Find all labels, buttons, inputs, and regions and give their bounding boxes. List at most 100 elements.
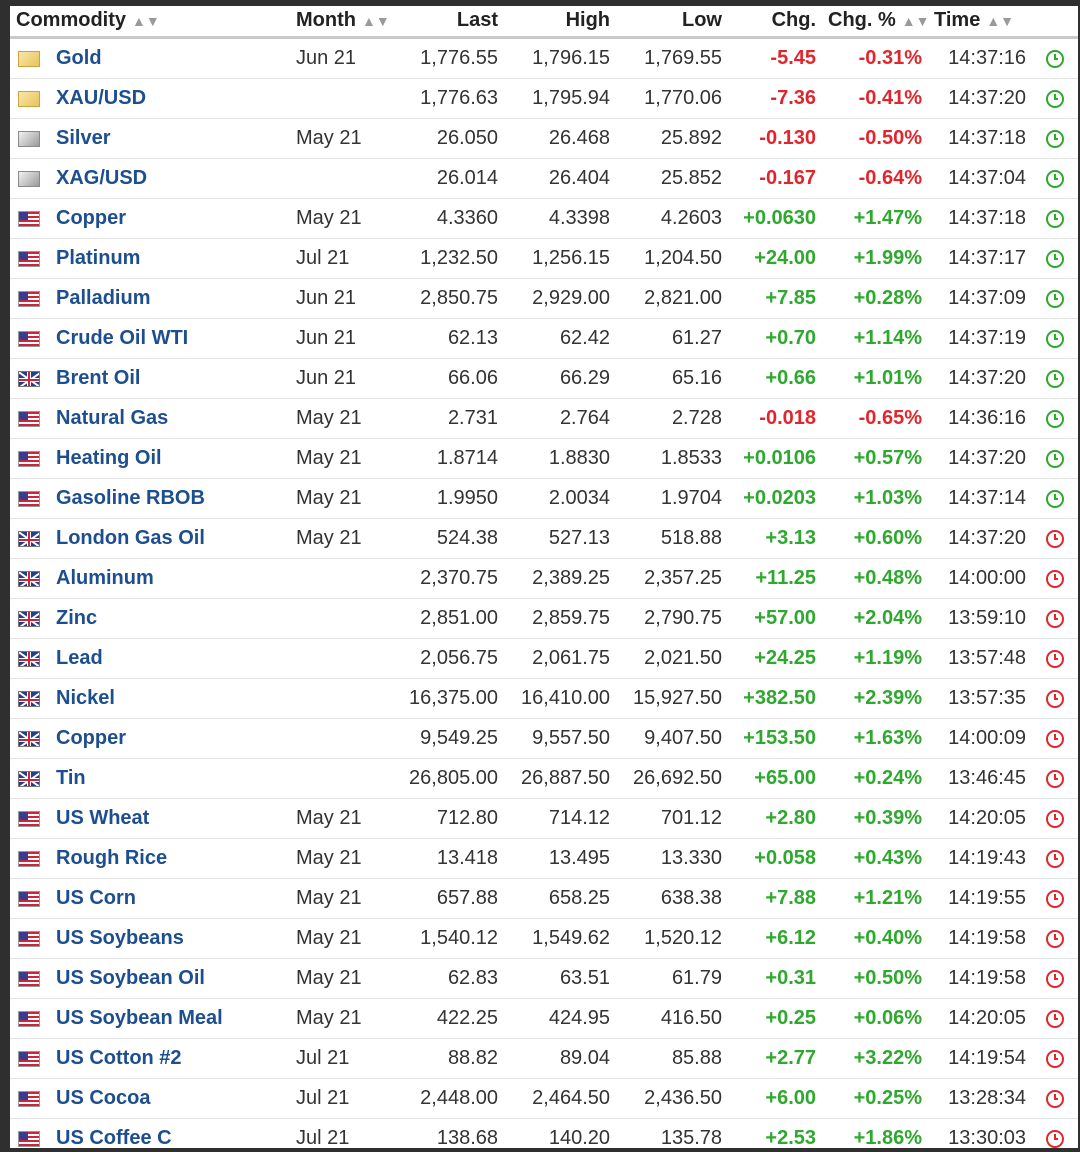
high-price: 13.495 <box>504 838 616 879</box>
contract-month: May 21 <box>290 878 392 919</box>
commodity-link[interactable]: Gold <box>50 37 290 79</box>
market-status-cell <box>1032 158 1078 199</box>
commodity-link[interactable]: Gasoline RBOB <box>50 478 290 519</box>
commodity-link[interactable]: US Cocoa <box>50 1078 290 1119</box>
commodity-link[interactable]: Brent Oil <box>50 358 290 399</box>
commodity-link[interactable]: Heating Oil <box>50 438 290 479</box>
change-value: +2.53 <box>765 1127 816 1148</box>
table-row[interactable]: Zinc 2,851.00 2,859.75 2,790.75 +57.00 +2.04%… <box>10 598 1078 639</box>
commodity-link[interactable]: US Coffee C <box>50 1119 290 1148</box>
table-row[interactable]: Copper May 21 4.3360 4.3398 4.2603 +0.0630 +1.… <box>10 198 1078 239</box>
table-row[interactable]: Silver May 21 26.050 26.468 25.892 -0.130 -0.5… <box>10 118 1078 159</box>
column-header-last[interactable]: Last <box>392 6 504 39</box>
commodity-link[interactable]: Silver <box>50 118 290 159</box>
table-row[interactable]: Palladium Jun 21 2,850.75 2,929.00 2,821.00 +… <box>10 278 1078 319</box>
commodity-link[interactable]: Lead <box>50 638 290 679</box>
commodity-link[interactable]: London Gas Oil <box>50 518 290 559</box>
market-closed-clock-icon <box>1046 569 1064 588</box>
commodity-link[interactable]: XAU/USD <box>50 78 290 119</box>
commodity-link[interactable]: Platinum <box>50 238 290 279</box>
column-header-high[interactable]: High <box>504 6 616 39</box>
commodity-link[interactable]: Palladium <box>50 278 290 319</box>
change-value: -5.45 <box>728 37 822 79</box>
column-header-low[interactable]: Low <box>616 6 728 39</box>
commodity-link[interactable]: Rough Rice <box>50 838 290 879</box>
market-status-cell <box>1032 37 1078 79</box>
table-row[interactable]: Lead 2,056.75 2,061.75 2,021.50 +24.25 +1.19%… <box>10 638 1078 679</box>
table-row[interactable]: US Cocoa Jul 21 2,448.00 2,464.50 2,436.50 +6… <box>10 1078 1078 1119</box>
table-row[interactable]: London Gas Oil May 21 524.38 527.13 518.88 +3… <box>10 518 1078 559</box>
us-flag-icon <box>18 850 40 867</box>
contract-month: May 21 <box>290 518 392 559</box>
table-row[interactable]: US Wheat May 21 712.80 714.12 701.12 +2.80 +0.… <box>10 798 1078 839</box>
low-price: 25.892 <box>616 118 728 159</box>
table-row[interactable]: US Soybeans May 21 1,540.12 1,549.62 1,520.1… <box>10 918 1078 959</box>
column-header-label: Commodity <box>16 9 126 31</box>
table-row[interactable]: US Coffee C Jul 21 138.68 140.20 135.78 +2.53… <box>10 1119 1078 1148</box>
commodity-link[interactable]: US Wheat <box>50 798 290 839</box>
commodity-link[interactable]: Zinc <box>50 598 290 639</box>
column-header-chg-pct[interactable]: Chg. % ▲▼ <box>822 6 930 39</box>
table-row[interactable]: Aluminum 2,370.75 2,389.25 2,357.25 +11.25 +0… <box>10 558 1078 599</box>
table-row[interactable]: Tin 26,805.00 26,887.50 26,692.50 +65.00 +0.2… <box>10 758 1078 799</box>
table-row[interactable]: Gold Jun 21 1,776.55 1,796.15 1,769.55 -5.45-… <box>10 37 1078 79</box>
us-flag-icon <box>18 290 40 307</box>
low-price: 26,692.50 <box>616 758 728 799</box>
table-row[interactable]: Natural Gas May 21 2.731 2.764 2.728 -0.018 -0… <box>10 398 1078 439</box>
commodity-link[interactable]: US Soybeans <box>50 918 290 959</box>
commodity-link[interactable]: US Soybean Oil <box>50 958 290 999</box>
commodity-link[interactable]: Natural Gas <box>50 398 290 439</box>
high-price: 2,389.25 <box>504 558 616 599</box>
column-header-time[interactable]: Time ▲▼ <box>928 6 1078 39</box>
commodity-link[interactable]: Aluminum <box>50 558 290 599</box>
commodity-link[interactable]: US Cotton #2 <box>50 1038 290 1079</box>
table-row[interactable]: Rough Rice May 21 13.418 13.495 13.330 +0.058… <box>10 838 1078 879</box>
table-row[interactable]: Crude Oil WTI Jun 21 62.13 62.42 61.27 +0.70 +… <box>10 318 1078 359</box>
update-time: 14:37:20 <box>928 358 1032 399</box>
commodity-link[interactable]: XAG/USD <box>50 158 290 199</box>
us-flag-icon <box>18 930 40 947</box>
sort-icon[interactable]: ▲▼ <box>902 13 930 29</box>
table-row[interactable]: Copper 9,549.25 9,557.50 9,407.50 +153.50 +1.… <box>10 718 1078 759</box>
table-row[interactable]: US Soybean Oil May 21 62.83 63.51 61.79 +0.31… <box>10 958 1078 999</box>
sort-icon[interactable]: ▲▼ <box>132 13 160 29</box>
change-percent: +0.39% <box>822 798 928 839</box>
uk-flag-icon <box>18 730 40 747</box>
table-row[interactable]: US Corn May 21 657.88 658.25 638.38 +7.88 +1.2… <box>10 878 1078 919</box>
contract-month: May 21 <box>290 118 392 159</box>
table-row[interactable]: Heating Oil May 21 1.8714 1.8830 1.8533 +0.01… <box>10 438 1078 479</box>
high-price: 16,410.00 <box>504 678 616 719</box>
low-price: 2.728 <box>616 398 728 439</box>
market-open-clock-icon <box>1046 289 1064 308</box>
commodity-link[interactable]: Crude Oil WTI <box>50 318 290 359</box>
commodity-link[interactable]: US Corn <box>50 878 290 919</box>
market-closed-clock-icon <box>1046 1049 1064 1068</box>
update-time: 13:57:35 <box>928 678 1032 719</box>
column-header-chg[interactable]: Chg. <box>728 6 822 39</box>
commodity-link[interactable]: Copper <box>50 198 290 239</box>
table-row[interactable]: US Cotton #2 Jul 21 88.82 89.04 85.88 +2.77 +3… <box>10 1038 1078 1079</box>
high-price: 1,549.62 <box>504 918 616 959</box>
commodity-link[interactable]: US Soybean Meal <box>50 998 290 1039</box>
update-time: 13:28:34 <box>928 1078 1032 1119</box>
column-header-commodity[interactable]: Commodity ▲▼ <box>10 6 290 39</box>
change-value: +0.0630 <box>728 198 822 239</box>
market-status-cell <box>1032 598 1078 639</box>
table-row[interactable]: XAG/USD 26.014 26.404 25.852 -0.167 -0.64% 14:… <box>10 158 1078 199</box>
commodity-link[interactable]: Nickel <box>50 678 290 719</box>
contract-month: Jul 21 <box>290 238 392 279</box>
table-row[interactable]: US Soybean Meal May 21 422.25 424.95 416.50 +… <box>10 998 1078 1039</box>
commodity-link[interactable]: Tin <box>50 758 290 799</box>
column-header-month[interactable]: Month ▲▼ <box>290 6 392 39</box>
commodity-link[interactable]: Copper <box>50 718 290 759</box>
change-percent: +0.60% <box>822 518 928 559</box>
table-row[interactable]: Platinum Jul 21 1,232.50 1,256.15 1,204.50 +2… <box>10 238 1078 279</box>
table-row[interactable]: Brent Oil Jun 21 66.06 66.29 65.16 +0.66 +1.01… <box>10 358 1078 399</box>
table-row[interactable]: Gasoline RBOB May 21 1.9950 2.0034 1.9704 +0.… <box>10 478 1078 519</box>
update-time: 14:37:17 <box>928 238 1032 279</box>
sort-icon[interactable]: ▲▼ <box>986 13 1014 29</box>
table-row[interactable]: Nickel 16,375.00 16,410.00 15,927.50 +382.50… <box>10 678 1078 719</box>
last-price: 1,232.50 <box>392 238 504 279</box>
sort-icon[interactable]: ▲▼ <box>362 13 390 29</box>
table-row[interactable]: XAU/USD 1,776.63 1,795.94 1,770.06 -7.36 -0.4… <box>10 78 1078 119</box>
